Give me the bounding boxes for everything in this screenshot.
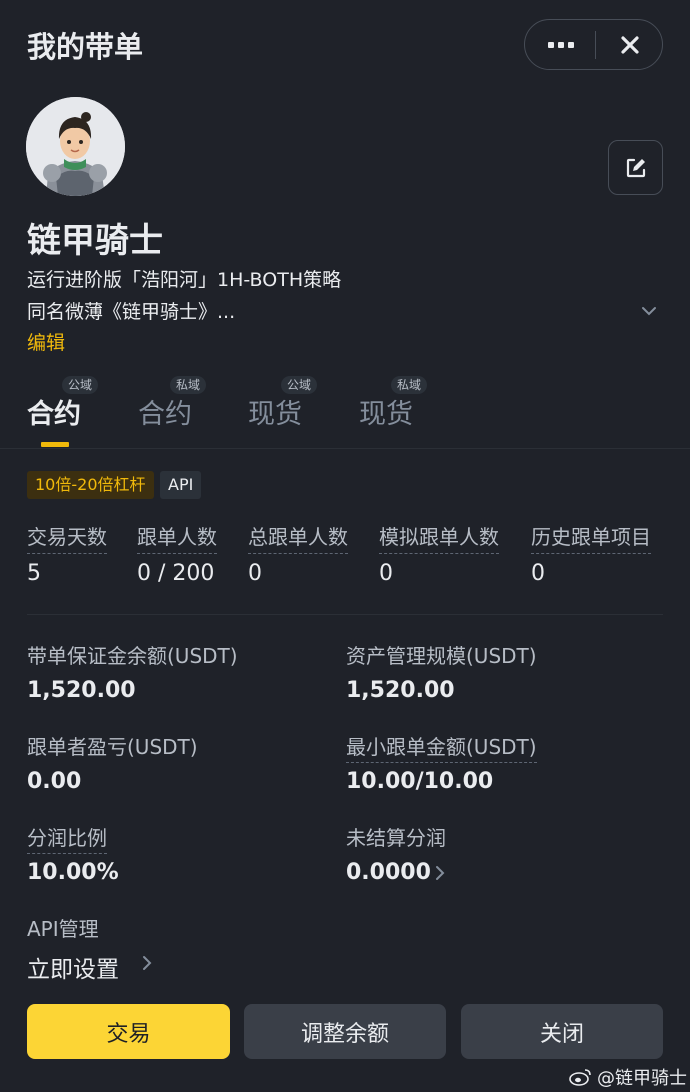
bio-line-2: 同名微薄《链甲骑士》... xyxy=(27,301,236,323)
active-tab-indicator xyxy=(41,442,69,447)
stat-value: 0 / 200 xyxy=(137,561,215,586)
unsettled-profit-value[interactable]: 0.0000 xyxy=(346,860,431,885)
follower-pnl-value: 0.00 xyxy=(27,769,82,794)
share-edit-button[interactable] xyxy=(608,140,663,195)
tab-futures-public[interactable]: 合约 xyxy=(27,392,81,431)
trade-button[interactable]: 交易 xyxy=(27,1004,230,1059)
unsettled-profit-label: 未结算分润 xyxy=(346,826,446,850)
close-button[interactable]: 关闭 xyxy=(461,1004,663,1059)
capsule-divider xyxy=(595,31,596,59)
margin-balance-label: 带单保证金余额(USDT) xyxy=(27,644,238,668)
avatar xyxy=(26,97,125,196)
more-icon[interactable] xyxy=(543,32,579,58)
api-tag: API xyxy=(160,471,202,499)
stat-label[interactable]: 跟单人数 xyxy=(137,521,217,554)
stat-label[interactable]: 模拟跟单人数 xyxy=(379,521,499,554)
aum-value: 1,520.00 xyxy=(346,678,455,703)
tab-futures-private[interactable]: 合约 xyxy=(138,392,192,431)
min-copy-label[interactable]: 最小跟单金额(USDT) xyxy=(346,731,537,763)
profit-share-label[interactable]: 分润比例 xyxy=(27,822,107,854)
margin-balance-value: 1,520.00 xyxy=(27,678,136,703)
bio-line-1: 运行进阶版「浩阳河」1H-BOTH策略 xyxy=(27,269,342,291)
edit-link[interactable]: 编辑 xyxy=(27,328,65,355)
watermark-text: @链甲骑士 xyxy=(597,1068,687,1089)
chevron-right-icon[interactable] xyxy=(141,955,153,971)
adjust-balance-button[interactable]: 调整余额 xyxy=(244,1004,446,1059)
close-icon[interactable] xyxy=(615,30,645,60)
divider xyxy=(27,614,663,615)
chevron-right-icon[interactable] xyxy=(434,865,446,881)
tab-bar: 公域 合约 私域 合约 公域 现货 私域 现货 xyxy=(0,372,690,449)
chevron-down-icon[interactable] xyxy=(640,303,658,317)
api-setup-link[interactable]: 立即设置 xyxy=(27,950,119,984)
tab-spot-private[interactable]: 现货 xyxy=(359,392,413,431)
trader-name: 链甲骑士 xyxy=(27,221,163,261)
stat-value: 0 xyxy=(379,561,393,586)
watermark: @链甲骑士 xyxy=(569,1064,687,1090)
stat-label[interactable]: 交易天数 xyxy=(27,521,107,554)
stat-value: 0 xyxy=(248,561,262,586)
weibo-icon xyxy=(569,1069,591,1086)
leverage-tag: 10倍-20倍杠杆 xyxy=(27,471,154,499)
api-manage-label: API管理 xyxy=(27,917,99,941)
page-title: 我的带单 xyxy=(27,30,144,64)
stat-value: 5 xyxy=(27,561,41,586)
mini-program-capsule xyxy=(524,19,663,70)
tab-spot-public[interactable]: 现货 xyxy=(248,392,302,431)
stat-value: 0 xyxy=(531,561,545,586)
aum-label: 资产管理规模(USDT) xyxy=(346,644,537,668)
stat-label[interactable]: 历史跟单项目 xyxy=(531,521,651,554)
follower-pnl-label: 跟单者盈亏(USDT) xyxy=(27,735,198,759)
profit-share-value: 10.00% xyxy=(27,860,119,885)
edit-icon xyxy=(626,158,645,177)
min-copy-value: 10.00/10.00 xyxy=(346,769,494,794)
stat-label[interactable]: 总跟单人数 xyxy=(248,521,348,554)
header: 我的带单 xyxy=(0,0,690,90)
